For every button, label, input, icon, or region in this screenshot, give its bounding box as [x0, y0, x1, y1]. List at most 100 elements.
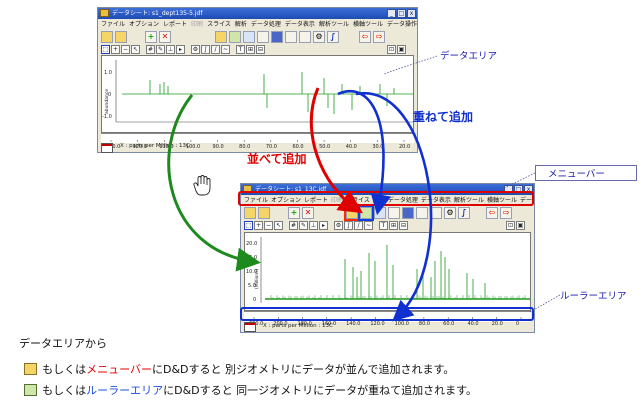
scale-icon[interactable]: ⊟	[399, 221, 408, 230]
open-folder2-button[interactable]	[258, 207, 270, 219]
sheet-tab[interactable]	[101, 143, 113, 153]
pen-icon[interactable]: ✎	[156, 45, 165, 54]
overlay-add-button[interactable]	[358, 205, 374, 221]
menu-analysis-tools[interactable]: 解析ツール	[319, 19, 349, 30]
close-button[interactable]: x	[407, 9, 416, 18]
back-arrow-icon[interactable]: ⇦	[359, 31, 371, 43]
copy-icon[interactable]	[257, 31, 269, 43]
cursor-icon[interactable]: ↖	[274, 221, 283, 230]
save-icon[interactable]	[402, 207, 414, 219]
tool-icon[interactable]	[299, 31, 311, 43]
scale-icon[interactable]: ⊟	[256, 45, 265, 54]
grid-icon[interactable]: ⊞	[246, 45, 255, 54]
open-folder-button[interactable]	[101, 31, 113, 43]
delete-icon[interactable]: ✕	[302, 207, 314, 219]
integral-small-icon[interactable]: ∫	[201, 45, 210, 54]
x-tick-label: 80.0	[239, 144, 250, 149]
line-icon[interactable]: /	[354, 221, 363, 230]
tool-icon[interactable]	[430, 207, 442, 219]
status-text: X : parts per Million : 13C	[263, 323, 333, 329]
menu-slice[interactable]: スライス	[207, 19, 231, 30]
folder-icon[interactable]	[215, 31, 227, 43]
zoom-out-icon[interactable]: −	[121, 45, 130, 54]
zoom-in-icon[interactable]: +	[111, 45, 120, 54]
measure-icon[interactable]: ▸	[176, 45, 185, 54]
menu-file[interactable]: ファイル	[101, 19, 125, 30]
footer-text: にD&Dすると 同一ジオメトリにデータが重ねて追加されます。	[163, 384, 478, 397]
data-area[interactable]: 1.0 0 -1.0 abundance	[101, 55, 414, 133]
maximize-button[interactable]: □	[397, 9, 406, 18]
menu-data-process[interactable]: データ処理	[251, 19, 281, 30]
y-axis-label: abundance	[104, 89, 110, 114]
minimize-button[interactable]: _	[387, 9, 396, 18]
menu-report[interactable]: レポート	[163, 19, 187, 30]
menu-data-view[interactable]: データ表示	[285, 19, 315, 30]
spectrum-trace	[266, 245, 528, 299]
forward-arrow-icon[interactable]: ⇨	[500, 207, 512, 219]
spectrum-trace	[149, 72, 395, 114]
gear-small-icon[interactable]: ⚙	[334, 221, 343, 230]
gear-small-icon[interactable]: ⚙	[191, 45, 200, 54]
curve-icon[interactable]: ~	[221, 45, 230, 54]
toolbar-small: ⬚ + − ↖ # ✎ ⊥ ▸ ⚙ ∫ / ~ T ⊞ ⊟ ⊡ ▣	[241, 220, 534, 231]
fit-icon[interactable]: ▣	[516, 221, 525, 230]
line-icon[interactable]: /	[211, 45, 220, 54]
callout-data-area: データエリア	[440, 51, 498, 62]
overlay-icon[interactable]	[229, 31, 241, 43]
peak-icon[interactable]: #	[146, 45, 155, 54]
gear-icon[interactable]: ⚙	[313, 31, 325, 43]
print-icon[interactable]	[416, 207, 428, 219]
menu-option[interactable]: オプション	[129, 19, 159, 30]
curve-icon[interactable]: ~	[364, 221, 373, 230]
cursor-icon[interactable]: ↖	[131, 45, 140, 54]
menu-print[interactable]: 印刷	[191, 19, 203, 30]
select-icon[interactable]: ⬚	[244, 221, 253, 230]
select-icon[interactable]: ⬚	[101, 45, 110, 54]
text-icon[interactable]: T	[379, 221, 388, 230]
marker-icon[interactable]: ⊥	[166, 45, 175, 54]
menu-analysis[interactable]: 解析	[235, 19, 247, 30]
pen-icon[interactable]: ✎	[299, 221, 308, 230]
ruler-area[interactable]: 130.0 120.0 110.0 100.0 90.0 80.0 70.0 60.0 50.0…	[101, 133, 414, 150]
integral-icon[interactable]: ∫	[458, 207, 470, 219]
forward-arrow-icon[interactable]: ⇨	[373, 31, 385, 43]
data-area[interactable]: 20.0 15.0 10.0 5.0 0 (Millions)	[244, 232, 531, 311]
integral-small-icon[interactable]: ∫	[344, 221, 353, 230]
overlay-icon	[24, 383, 37, 396]
menu-axis-tools[interactable]: 横軸ツール	[353, 19, 383, 30]
x-tick-label: 80.0	[419, 321, 430, 327]
print-icon[interactable]	[285, 31, 297, 43]
delete-icon[interactable]: ✕	[159, 31, 171, 43]
menu-data-operation[interactable]: データ操作	[387, 19, 417, 30]
open-folder2-button[interactable]	[115, 31, 127, 43]
zoom-out-icon[interactable]: −	[264, 221, 273, 230]
layout-icon[interactable]	[374, 207, 386, 219]
fit-icon[interactable]: ▣	[397, 45, 406, 54]
peak-icon[interactable]: #	[289, 221, 298, 230]
expand-icon[interactable]: ⊡	[387, 45, 396, 54]
open-folder-button[interactable]	[244, 207, 256, 219]
x-tick-label: 90.0	[213, 144, 224, 149]
toolbar: + ✕ ⚙ ∫ ⇦ ⇨	[98, 30, 417, 44]
copy-icon[interactable]	[388, 207, 400, 219]
measure-icon[interactable]: ▸	[319, 221, 328, 230]
text-icon[interactable]: T	[236, 45, 245, 54]
marker-icon[interactable]: ⊥	[309, 221, 318, 230]
save-icon[interactable]	[271, 31, 283, 43]
gear-icon[interactable]: ⚙	[444, 207, 456, 219]
callout-menu-bar: メニューバー	[548, 169, 605, 180]
grid-icon[interactable]: ⊞	[389, 221, 398, 230]
x-tick-label: 20.0	[492, 321, 503, 327]
side-by-side-add-button[interactable]	[344, 205, 360, 221]
expand-icon[interactable]: ⊡	[506, 221, 515, 230]
integral-icon[interactable]: ∫	[327, 31, 339, 43]
add-icon[interactable]: +	[145, 31, 157, 43]
layout-icon[interactable]	[243, 31, 255, 43]
x-tick-label: 60.0	[443, 321, 454, 327]
zoom-in-icon[interactable]: +	[254, 221, 263, 230]
window-dept135: データシート: s1_dept135-5.jdf _ □ x ファイル オプション …	[97, 7, 418, 153]
sheet-tab[interactable]	[244, 322, 256, 332]
titlebar: データシート: s1_dept135-5.jdf _ □ x	[98, 8, 417, 19]
back-arrow-icon[interactable]: ⇦	[486, 207, 498, 219]
add-icon[interactable]: +	[288, 207, 300, 219]
